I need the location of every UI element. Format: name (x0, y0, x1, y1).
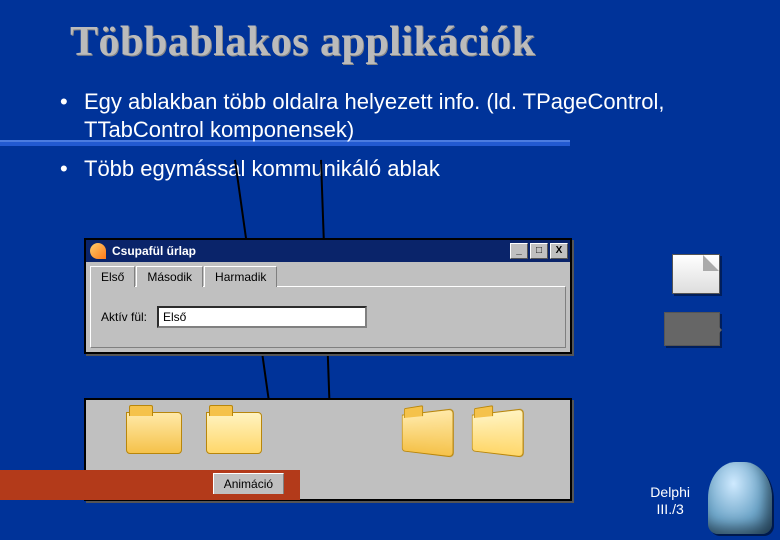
bullet-text: Több egymással kommunikáló ablak (84, 155, 750, 183)
lower-body (86, 400, 570, 470)
window-icon (90, 243, 106, 259)
close-button[interactable]: X (550, 243, 568, 259)
footer-line1: Delphi (650, 484, 690, 500)
active-tab-label: Aktív fül: (101, 310, 147, 324)
slide-title: Többablakos applikációk (70, 18, 536, 66)
maximize-button[interactable]: □ (530, 243, 548, 259)
folder-open-icon (472, 408, 524, 457)
statue-image (708, 462, 772, 534)
embedded-window: Csupafül űrlap _ □ X Első Második Harmad… (84, 238, 572, 354)
tabs-row: Első Második Harmadik (86, 262, 570, 286)
tab-masodik[interactable]: Második (136, 266, 203, 287)
tab-panel: Aktív fül: Első (90, 286, 566, 348)
minimize-button[interactable]: _ (510, 243, 528, 259)
folder-icon (402, 408, 454, 457)
camera-icon (664, 312, 720, 346)
bullet-item: • Egy ablakban több oldalra helyezett in… (60, 88, 750, 143)
tab-animacio[interactable]: Animáció (213, 473, 284, 494)
active-tab-field[interactable]: Első (157, 306, 367, 328)
footer-text: Delphi III./3 (650, 484, 690, 518)
window-title: Csupafül űrlap (112, 244, 196, 258)
bullet-list: • Egy ablakban több oldalra helyezett in… (60, 88, 750, 195)
bullet-text: Egy ablakban több oldalra helyezett info… (84, 88, 750, 143)
footer-line2: III./3 (657, 501, 684, 517)
tab-harmadik[interactable]: Harmadik (204, 266, 277, 287)
document-icon (672, 254, 720, 294)
bullet-dot: • (60, 88, 84, 143)
folder-icon (126, 412, 182, 454)
bullet-item: • Több egymással kommunikáló ablak (60, 155, 750, 183)
titlebar-buttons: _ □ X (510, 243, 568, 259)
tab-elso[interactable]: Első (90, 266, 135, 287)
bullet-dot: • (60, 155, 84, 183)
folder-open-icon (206, 412, 262, 454)
titlebar: Csupafül űrlap _ □ X (86, 240, 570, 262)
